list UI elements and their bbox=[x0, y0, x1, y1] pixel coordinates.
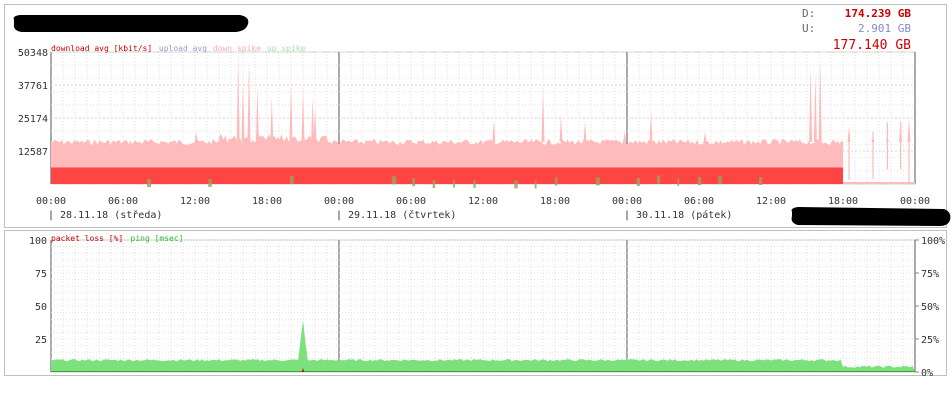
y-tick-label: 50348 bbox=[18, 48, 48, 59]
ping-grid bbox=[50, 239, 916, 373]
y-tick-label-right: 100% bbox=[921, 236, 945, 247]
upload-noise bbox=[636, 177, 640, 186]
y-tick-label: 12587 bbox=[18, 147, 48, 158]
download-spike-late bbox=[900, 121, 902, 170]
x-tick-label: 00:00 bbox=[900, 196, 930, 207]
y-tick-label-right: 0% bbox=[921, 368, 933, 379]
legend-item: ping [msec] bbox=[131, 234, 184, 243]
upload-noise bbox=[534, 180, 537, 189]
y-tick-label: 25 bbox=[35, 335, 47, 346]
x-tick-label: 12:00 bbox=[180, 196, 210, 207]
x-tick-label: 18:00 bbox=[252, 196, 282, 207]
x-tick-label: 06:00 bbox=[684, 196, 714, 207]
legend-item: download avg [kbit/s] bbox=[51, 44, 152, 53]
download-spike-late bbox=[908, 136, 910, 184]
x-tick-label: 12:00 bbox=[756, 196, 786, 207]
upload-noise bbox=[514, 180, 518, 189]
upload-noise bbox=[432, 180, 436, 189]
traffic-legend: download avg [kbit/s] upload avg down spik… bbox=[51, 44, 306, 53]
x-tick-label: 12:00 bbox=[468, 196, 498, 207]
redacted-title bbox=[13, 15, 249, 32]
x-tick-label: 06:00 bbox=[108, 196, 138, 207]
download-area bbox=[51, 167, 843, 184]
upload-noise bbox=[677, 178, 680, 187]
upload-noise bbox=[595, 177, 600, 186]
legend-item: packet loss [%] bbox=[51, 234, 123, 243]
download-spike-late bbox=[886, 122, 888, 170]
traffic-graphs: D: 174.239 GB U: 2.901 GB 177.140 GB dow… bbox=[4, 4, 951, 379]
upload-noise bbox=[473, 179, 476, 188]
y-tick-label: 75 bbox=[35, 269, 47, 280]
day-label: | 28.11.18 (středa) bbox=[48, 209, 162, 221]
upload-noise bbox=[208, 178, 212, 187]
upload-noise bbox=[391, 176, 397, 185]
upload-noise bbox=[555, 177, 558, 186]
upload-noise bbox=[147, 179, 151, 188]
day-label: | 29.11.18 (čtvrtek) bbox=[336, 209, 456, 221]
upload-noise bbox=[718, 176, 722, 185]
x-tick-label: 00:00 bbox=[36, 196, 66, 207]
y-tick-label: 37761 bbox=[18, 81, 48, 92]
up-total-label: U: bbox=[802, 22, 815, 35]
upload-noise bbox=[412, 178, 416, 187]
day-label: | 30.11.18 (pátek) bbox=[624, 209, 732, 221]
y-tick-label-right: 75% bbox=[921, 269, 939, 280]
x-tick-label: 00:00 bbox=[324, 196, 354, 207]
redacted-label bbox=[791, 207, 951, 226]
y-tick-label: 25174 bbox=[18, 114, 48, 125]
x-tick-label: 18:00 bbox=[540, 196, 570, 207]
down-total-label: D: bbox=[802, 7, 815, 20]
traffic-day-labels: | 28.11.18 (středa) | 29.11.18 (čtvrtek) |… bbox=[48, 209, 732, 221]
download-spike-late bbox=[848, 132, 850, 181]
x-tick-label: 00:00 bbox=[612, 196, 642, 207]
y-tick-label: 50 bbox=[35, 302, 47, 313]
legend-item: upload avg bbox=[159, 44, 207, 53]
down-total-value: 174.239 GB bbox=[845, 7, 912, 20]
upload-noise bbox=[697, 177, 702, 186]
x-tick-label: 06:00 bbox=[396, 196, 426, 207]
legend-item: up spike bbox=[267, 44, 306, 53]
up-total-value: 2.901 GB bbox=[858, 22, 911, 35]
ping-legend: packet loss [%] ping [msec] bbox=[51, 234, 183, 243]
upload-noise bbox=[453, 179, 455, 188]
y-tick-label: 100 bbox=[29, 236, 47, 247]
x-tick-label: 18:00 bbox=[828, 196, 858, 207]
y-tick-label-right: 50% bbox=[921, 302, 939, 313]
download-spike-late bbox=[872, 131, 874, 180]
upload-noise bbox=[289, 176, 294, 185]
grand-total-value: 177.140 GB bbox=[833, 38, 911, 53]
upload-noise bbox=[759, 177, 763, 186]
y-tick-label-right: 25% bbox=[921, 335, 939, 346]
upload-noise bbox=[657, 175, 661, 184]
legend-item: down spike bbox=[213, 44, 261, 53]
